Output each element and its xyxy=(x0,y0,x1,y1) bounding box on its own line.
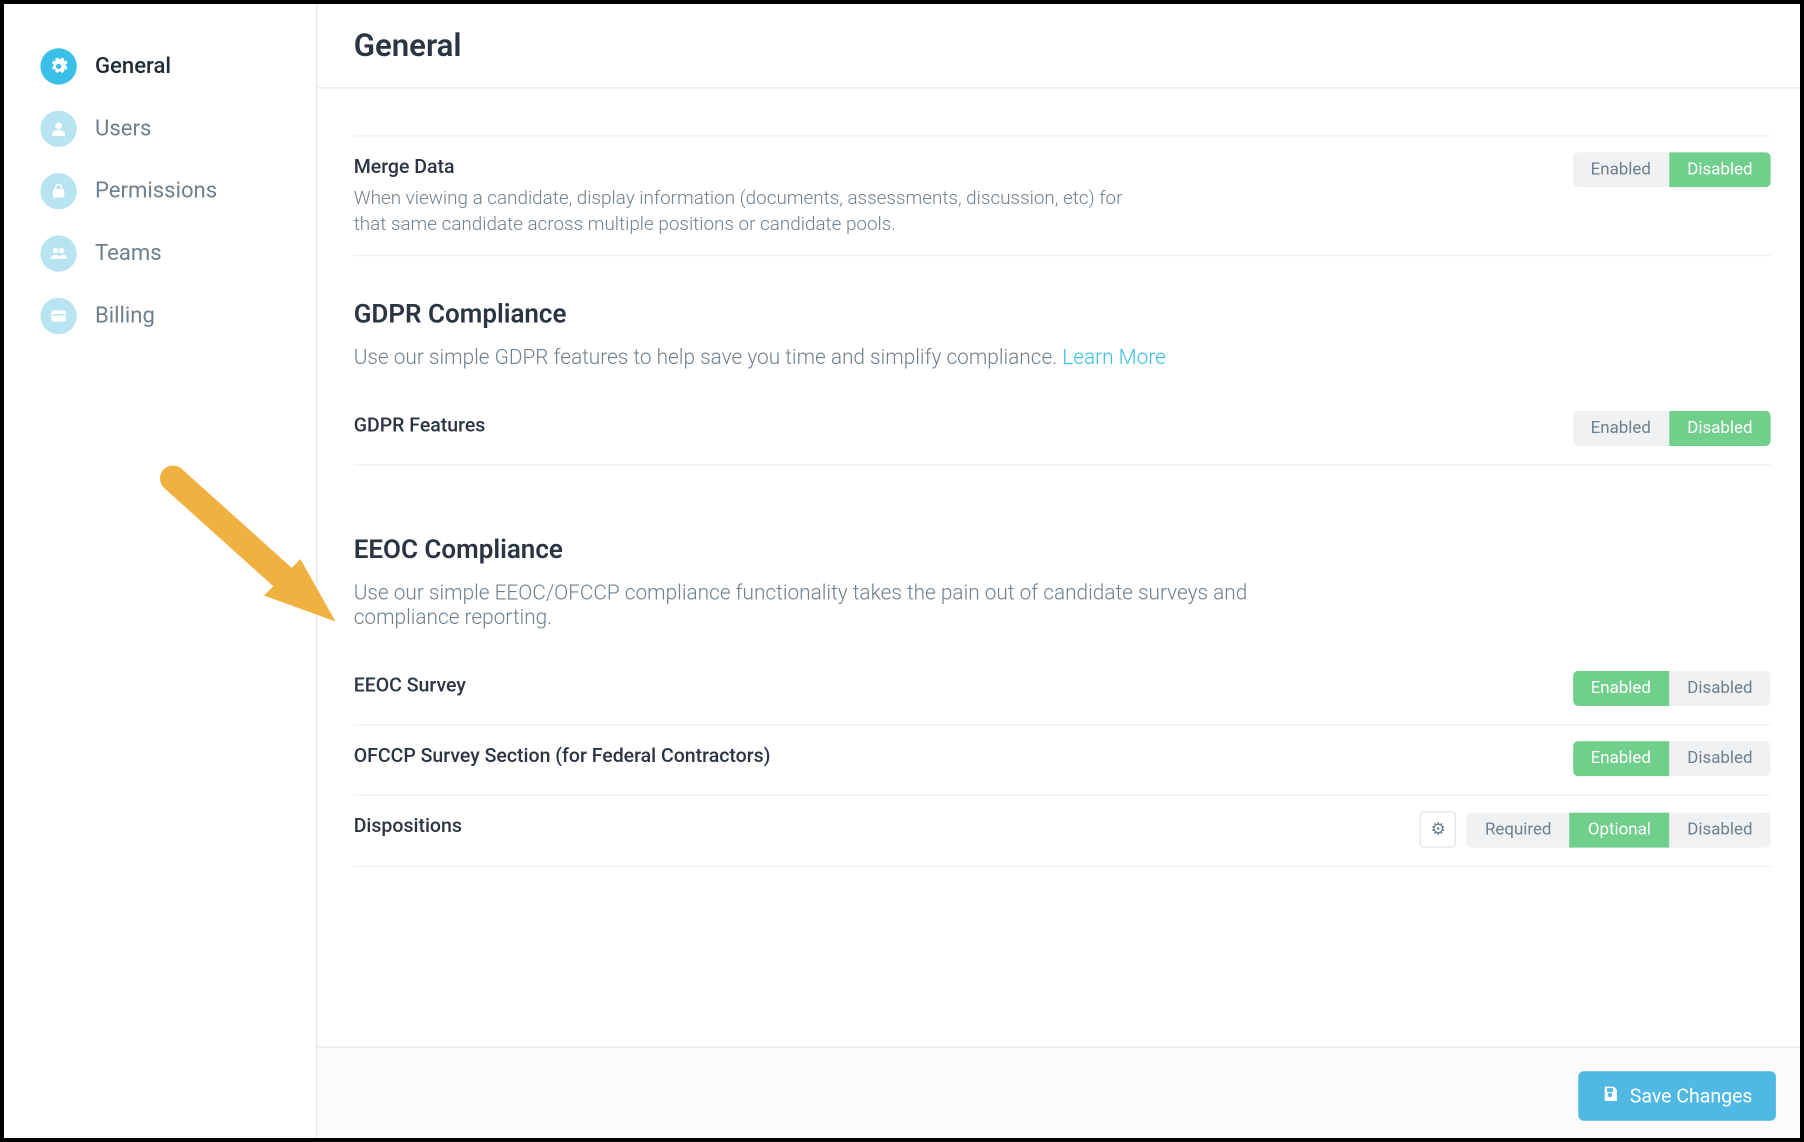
toggle-enabled[interactable]: Enabled xyxy=(1572,411,1669,446)
section-heading: EEOC Compliance xyxy=(354,533,1771,564)
settings-sidebar: General Users Permissions Teams xyxy=(4,4,316,1142)
main-panel: General (…) Merge Data When viewing a ca… xyxy=(316,4,1804,1142)
card-icon xyxy=(40,298,76,334)
section-gdpr: GDPR Compliance Use our simple GDPR feat… xyxy=(354,256,1771,465)
sidebar-item-label: Permissions xyxy=(95,178,217,204)
toggle-required[interactable]: Required xyxy=(1467,812,1570,847)
save-label: Save Changes xyxy=(1630,1084,1753,1107)
settings-app: General Users Permissions Teams xyxy=(4,4,1804,1142)
lock-icon xyxy=(40,173,76,209)
gear-icon xyxy=(40,48,76,84)
toggle-merge-data: Enabled Disabled xyxy=(1572,152,1770,187)
sidebar-item-label: Teams xyxy=(95,241,162,267)
sidebar-item-teams[interactable]: Teams xyxy=(40,222,290,284)
row-description: When viewing a candidate, display inform… xyxy=(354,186,1134,237)
gear-icon: ⚙ xyxy=(1431,819,1446,840)
row-title: GDPR Features xyxy=(354,414,486,437)
gdpr-learn-more-link[interactable]: Learn More xyxy=(1062,345,1166,370)
toggle-enabled[interactable]: Enabled xyxy=(1572,741,1669,776)
sidebar-item-users[interactable]: Users xyxy=(40,98,290,160)
toggle-dispositions: Required Optional Disabled xyxy=(1467,812,1771,847)
section-description: Use our simple EEOC/OFCCP compliance fun… xyxy=(354,580,1342,629)
sidebar-item-billing[interactable]: Billing xyxy=(40,285,290,347)
row-eeoc-survey: EEOC Survey Enabled Disabled xyxy=(354,655,1771,725)
row-title: Dispositions xyxy=(354,814,462,837)
toggle-optional[interactable]: Optional xyxy=(1570,812,1669,847)
toggle-disabled[interactable]: Disabled xyxy=(1669,411,1771,446)
row-ofccp-survey: OFCCP Survey Section (for Federal Contra… xyxy=(354,726,1771,796)
toggle-disabled[interactable]: Disabled xyxy=(1669,671,1771,706)
page-title: General xyxy=(354,27,1771,63)
user-icon xyxy=(40,111,76,147)
row-title: EEOC Survey xyxy=(354,674,466,697)
toggle-enabled[interactable]: Enabled xyxy=(1572,671,1669,706)
row-title: OFCCP Survey Section (for Federal Contra… xyxy=(354,744,771,767)
people-icon xyxy=(40,235,76,271)
sidebar-item-label: Billing xyxy=(95,303,155,329)
sidebar-item-label: General xyxy=(95,53,171,79)
section-description: Use our simple GDPR features to help sav… xyxy=(354,345,1771,370)
toggle-disabled[interactable]: Disabled xyxy=(1669,152,1771,187)
sidebar-item-general[interactable]: General xyxy=(40,35,290,97)
row-dispositions: Dispositions ⚙ Required Optional Disable… xyxy=(354,796,1771,868)
save-changes-button[interactable]: Save Changes xyxy=(1578,1071,1776,1120)
sidebar-item-permissions[interactable]: Permissions xyxy=(40,160,290,222)
toggle-disabled[interactable]: Disabled xyxy=(1669,812,1771,847)
section-eeoc: EEOC Compliance Use our simple EEOC/OFCC… xyxy=(354,518,1771,868)
footer-bar: Save Changes xyxy=(317,1047,1804,1142)
main-body[interactable]: (…) Merge Data When viewing a candidate,… xyxy=(317,89,1804,1047)
row-merge-data: Merge Data When viewing a candidate, dis… xyxy=(354,137,1771,257)
toggle-eeoc-survey: Enabled Disabled xyxy=(1572,671,1770,706)
toggle-gdpr-features: Enabled Disabled xyxy=(1572,411,1770,446)
save-icon xyxy=(1601,1084,1619,1107)
toggle-disabled[interactable]: Disabled xyxy=(1669,741,1771,776)
row-gdpr-features: GDPR Features Enabled Disabled xyxy=(354,395,1771,465)
section-heading: GDPR Compliance xyxy=(354,298,1771,329)
toggle-ofccp-survey: Enabled Disabled xyxy=(1572,741,1770,776)
sidebar-item-label: Users xyxy=(95,116,151,142)
row-title: Merge Data xyxy=(354,155,1134,178)
toggle-enabled[interactable]: Enabled xyxy=(1572,152,1669,187)
main-header: General xyxy=(317,4,1804,89)
dispositions-settings-button[interactable]: ⚙ xyxy=(1420,811,1456,847)
